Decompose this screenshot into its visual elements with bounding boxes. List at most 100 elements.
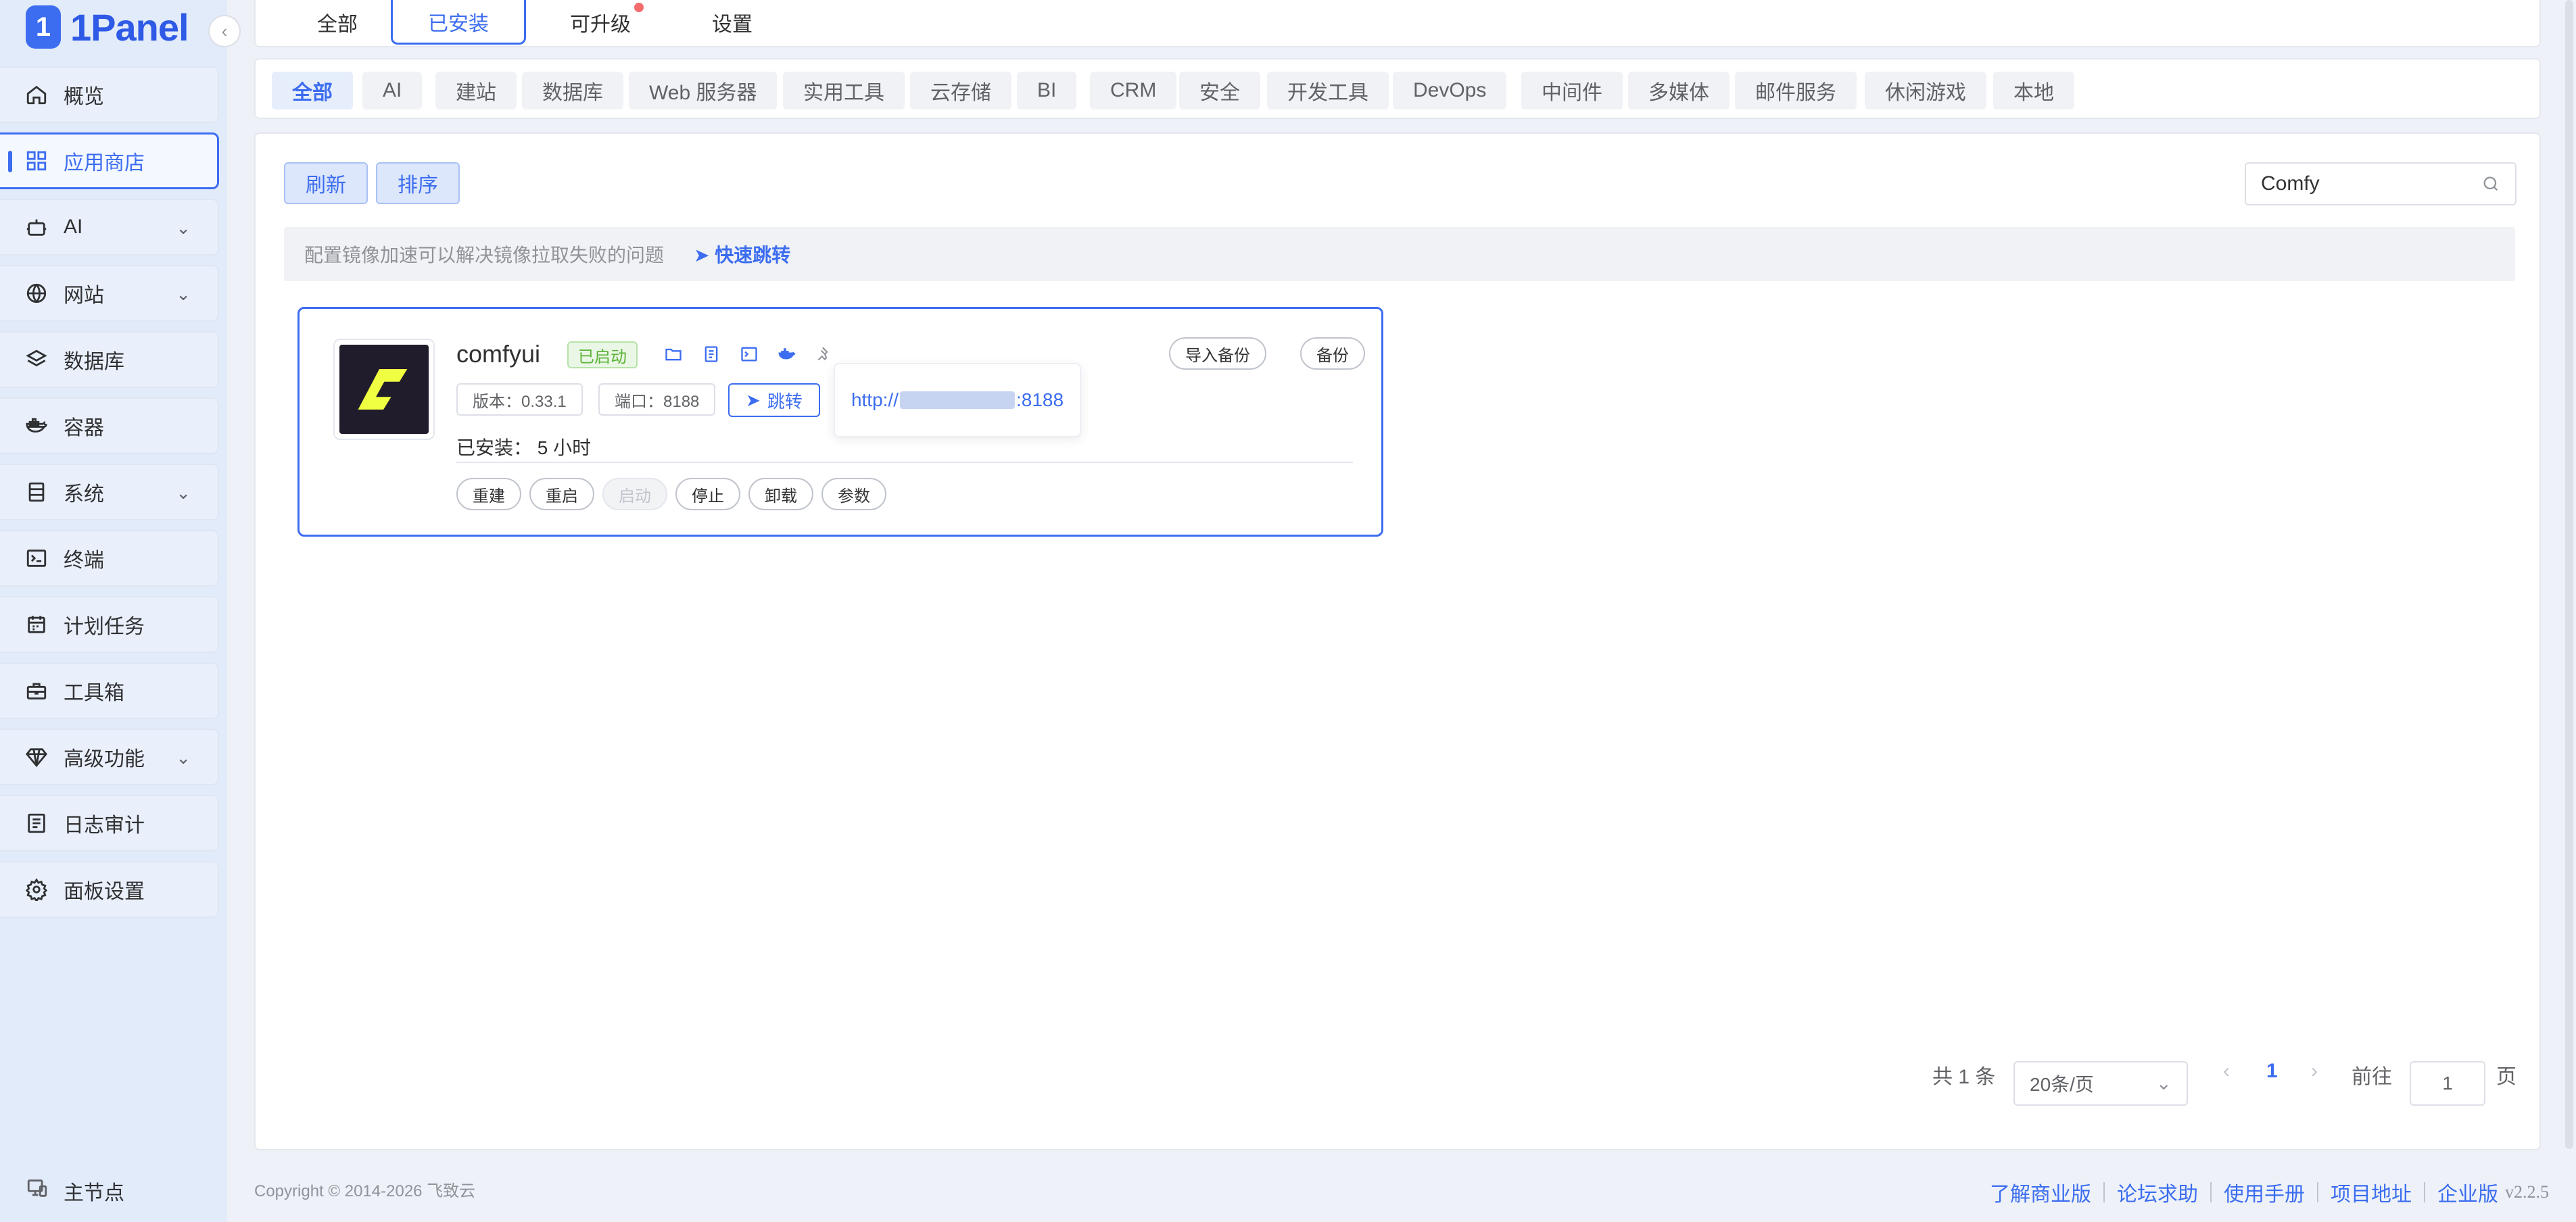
sidebar-item-terminal[interactable]: 终端 xyxy=(0,530,219,587)
notice-text: 配置镜像加速可以解决镜像拉取失败的问题 xyxy=(304,245,665,266)
docker-icon[interactable] xyxy=(776,343,798,366)
category-middleware[interactable]: 中间件 xyxy=(1521,72,1623,109)
sidebar-item-advanced[interactable]: 高级功能 ⌄ xyxy=(0,729,219,785)
backup-button[interactable]: 备份 xyxy=(1300,337,1365,370)
sidebar-item-label: 面板设置 xyxy=(64,881,145,903)
goto-label: 前往 xyxy=(2352,1066,2392,1088)
category-mail[interactable]: 邮件服务 xyxy=(1735,72,1857,109)
sidebar-item-database[interactable]: 数据库 xyxy=(0,331,219,388)
jump-label: 跳转 xyxy=(767,391,803,412)
folder-icon[interactable] xyxy=(662,343,685,366)
sidebar-item-label: 日志审计 xyxy=(64,814,145,837)
params-button[interactable]: 参数 xyxy=(821,478,886,510)
stop-button[interactable]: 停止 xyxy=(675,478,740,510)
category-crm[interactable]: CRM xyxy=(1090,72,1177,109)
status-badge: 已启动 xyxy=(567,341,638,368)
footer-link-commercial[interactable]: 了解商业版 xyxy=(1990,1177,2091,1207)
rebuild-button[interactable]: 重建 xyxy=(456,478,521,510)
tab-upgradable[interactable]: 可升级 xyxy=(553,0,648,45)
footer-link-project[interactable]: 项目地址 xyxy=(2331,1177,2412,1207)
category-multimedia[interactable]: 多媒体 xyxy=(1628,72,1730,109)
category-utilities[interactable]: 实用工具 xyxy=(783,72,905,109)
search-icon[interactable] xyxy=(2481,174,2500,199)
tab-all[interactable]: 全部 xyxy=(293,0,381,45)
page-size-select[interactable]: 20条/页 ⌄ xyxy=(2013,1061,2188,1106)
sidebar-item-cron[interactable]: 计划任务 xyxy=(0,596,219,653)
sidebar-item-overview[interactable]: 概览 xyxy=(0,66,219,123)
category-security[interactable]: 安全 xyxy=(1179,72,1260,109)
chevron-left-icon: ‹ xyxy=(221,20,228,41)
tab-label: 已安装 xyxy=(428,12,489,35)
tab-label: 可升级 xyxy=(570,14,631,36)
next-page-button[interactable]: › xyxy=(2311,1060,2318,1083)
current-page[interactable]: 1 xyxy=(2266,1060,2278,1083)
footer-separator xyxy=(2424,1182,2425,1202)
restart-button[interactable]: 重启 xyxy=(529,478,594,510)
sidebar-item-label: 应用商店 xyxy=(64,152,145,174)
node-switcher[interactable]: 主节点 xyxy=(26,1176,124,1206)
tab-label: 设置 xyxy=(712,14,753,36)
node-icon xyxy=(26,1177,49,1205)
brand-name: 1Panel xyxy=(70,5,189,49)
sidebar-collapse-button[interactable]: ‹ xyxy=(208,15,241,47)
jump-button[interactable]: ➤ 跳转 xyxy=(728,383,820,417)
uninstall-button[interactable]: 卸载 xyxy=(748,478,813,510)
toolbox-icon xyxy=(24,679,49,703)
category-bi[interactable]: BI xyxy=(1017,72,1077,109)
comfyui-logo-icon xyxy=(339,345,429,434)
version-tag: 版本：0.33.1 xyxy=(456,383,583,416)
document-icon[interactable] xyxy=(700,343,723,366)
category-games[interactable]: 休闲游戏 xyxy=(1865,72,1986,109)
panel-logo-icon: 1 xyxy=(26,5,61,49)
port-tag: 端口：8188 xyxy=(598,383,716,416)
chevron-down-icon: ⌄ xyxy=(176,284,191,304)
sort-button[interactable]: 排序 xyxy=(376,162,460,204)
quick-jump-link[interactable]: ➤ 快速跳转 xyxy=(694,241,790,268)
sidebar-item-system[interactable]: 系统 ⌄ xyxy=(0,464,219,520)
category-local[interactable]: 本地 xyxy=(1993,72,2074,109)
prev-page-button[interactable]: ‹ xyxy=(2223,1060,2230,1083)
goto-page-input[interactable]: 1 xyxy=(2410,1061,2485,1106)
tab-installed[interactable]: 已安装 xyxy=(391,0,526,45)
app-store-tabs: 全部 已安装 可升级 设置 xyxy=(254,0,2541,47)
category-database[interactable]: 数据库 xyxy=(522,72,623,109)
refresh-button[interactable]: 刷新 xyxy=(284,162,368,204)
category-web-server[interactable]: Web 服务器 xyxy=(629,72,778,109)
start-button[interactable]: 启动 xyxy=(602,478,667,510)
sidebar-item-app-store[interactable]: 应用商店 xyxy=(0,132,219,189)
footer-link-enterprise[interactable]: 企业版 xyxy=(2437,1177,2498,1207)
category-cloud-storage[interactable]: 云存储 xyxy=(910,72,1011,109)
app-card-comfyui[interactable]: comfyui 已启动 版本：0.33.1 端口：8188 ➤ 跳转 http:… xyxy=(297,307,1383,537)
brand-logo[interactable]: 1 1Panel xyxy=(26,0,189,54)
node-label: 主节点 xyxy=(64,1182,124,1204)
app-logo xyxy=(333,339,435,440)
sidebar-item-label: AI xyxy=(64,216,83,238)
update-dot xyxy=(634,3,644,12)
sidebar-item-toolbox[interactable]: 工具箱 xyxy=(0,662,219,719)
sidebar-item-logs[interactable]: 日志审计 xyxy=(0,795,219,852)
footer-link-manual[interactable]: 使用手册 xyxy=(2224,1177,2305,1207)
category-dev-tools[interactable]: 开发工具 xyxy=(1267,72,1389,109)
pin-icon[interactable] xyxy=(813,343,836,366)
search-input[interactable]: Comfy xyxy=(2245,162,2517,205)
total-count: 共 1 条 xyxy=(1932,1066,1996,1088)
footer-link-forum[interactable]: 论坛求助 xyxy=(2117,1177,2198,1207)
page-scrollbar[interactable] xyxy=(2562,0,2576,1222)
sidebar-item-ai[interactable]: AI ⌄ xyxy=(0,199,219,255)
terminal-icon[interactable] xyxy=(738,343,761,366)
category-website[interactable]: 建站 xyxy=(435,72,517,109)
category-devops[interactable]: DevOps xyxy=(1393,72,1507,109)
url-popover[interactable]: http:// :8188 xyxy=(834,363,1081,437)
sidebar-item-container[interactable]: 容器 xyxy=(0,397,219,454)
log-icon xyxy=(24,811,49,835)
chevron-down-icon: ⌄ xyxy=(176,218,191,238)
globe-icon xyxy=(24,281,49,306)
category-all[interactable]: 全部 xyxy=(272,72,353,109)
tab-settings[interactable]: 设置 xyxy=(688,0,776,45)
category-filter-bar: 全部 AI 建站 数据库 Web 服务器 实用工具 云存储 BI CRM 安全 … xyxy=(254,58,2541,119)
import-backup-button[interactable]: 导入备份 xyxy=(1169,337,1266,370)
scrollbar-thumb[interactable] xyxy=(2565,0,2573,1149)
sidebar-item-settings[interactable]: 面板设置 xyxy=(0,861,219,918)
sidebar-item-website[interactable]: 网站 ⌄ xyxy=(0,265,219,322)
category-ai[interactable]: AI xyxy=(362,72,423,109)
